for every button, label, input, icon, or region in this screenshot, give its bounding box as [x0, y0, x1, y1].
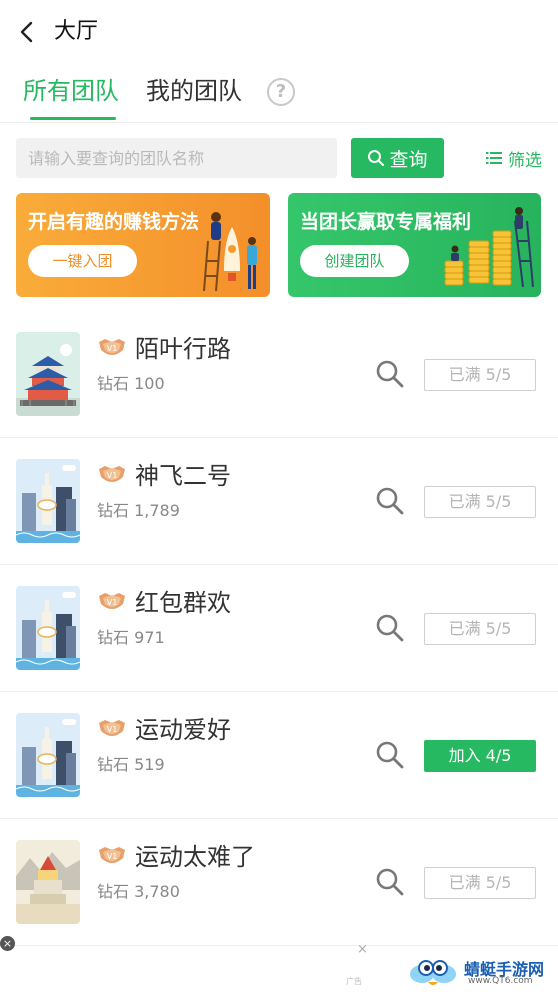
vip-badge-icon: V1	[97, 463, 127, 487]
team-name: 运动太难了	[135, 843, 255, 871]
team-row[interactable]: V1 神飞二号 钻石 1,789 已满 5/5	[0, 439, 558, 565]
coins-ladder-illustration	[444, 207, 534, 288]
magnifier-icon[interactable]	[374, 612, 406, 644]
team-row[interactable]: V1 运动太难了 钻石 3,780 已满 5/5	[0, 820, 558, 946]
magnifier-icon[interactable]	[374, 866, 406, 898]
banner-title: 开启有趣的赚钱方法	[28, 211, 200, 233]
tab-all-teams[interactable]: 所有团队	[23, 74, 119, 108]
list-icon	[486, 152, 502, 164]
team-thumbnail	[16, 586, 80, 670]
team-diamonds: 钻石 1,789	[97, 501, 180, 520]
team-thumbnail	[16, 459, 80, 543]
search-button[interactable]: 查询	[351, 138, 444, 178]
team-diamonds: 钻石 3,780	[97, 882, 180, 901]
magnifier-icon[interactable]	[374, 358, 406, 390]
filter-label: 筛选	[508, 150, 542, 171]
team-diamonds: 钻石 519	[97, 755, 165, 774]
team-row[interactable]: V1 陌叶行路 钻石 100 已满 5/5	[0, 312, 558, 438]
magnifier-icon[interactable]	[374, 739, 406, 771]
vip-badge-icon: V1	[97, 590, 127, 614]
one-click-join-button[interactable]: 一键入团	[28, 245, 137, 277]
full-status-button[interactable]: 已满 5/5	[424, 359, 536, 391]
team-name: 陌叶行路	[135, 335, 231, 363]
banner-create[interactable]: 当团长赢取专属福利 创建团队	[288, 193, 541, 297]
banner-join[interactable]: 开启有趣的赚钱方法 一键入团	[16, 193, 270, 297]
full-status-button[interactable]: 已满 5/5	[424, 486, 536, 518]
dragonfly-logo-icon	[410, 960, 456, 985]
svg-text:V1: V1	[107, 598, 118, 607]
tab-active-indicator	[30, 117, 116, 120]
team-diamonds: 钻石 100	[97, 374, 165, 393]
vip-badge-icon: V1	[97, 336, 127, 360]
team-name: 运动爱好	[135, 716, 231, 744]
tab-my-teams[interactable]: 我的团队	[146, 74, 242, 108]
search-input[interactable]	[16, 138, 337, 178]
join-button[interactable]: 加入 4/5	[424, 740, 536, 772]
full-status-button[interactable]: 已满 5/5	[424, 867, 536, 899]
search-button-label: 查询	[389, 148, 428, 171]
svg-text:V1: V1	[107, 344, 118, 353]
help-icon[interactable]: ?	[267, 78, 295, 106]
vip-badge-icon: V1	[97, 844, 127, 868]
team-diamonds: 钻石 971	[97, 628, 165, 647]
watermark-logo: 蜻蜓手游网 www.QT6.com	[408, 952, 558, 992]
magnifier-icon[interactable]	[374, 485, 406, 517]
people-rocket-illustration	[203, 212, 257, 291]
team-name: 神飞二号	[135, 462, 231, 490]
tab-bar: 所有团队 我的团队 ?	[0, 70, 558, 122]
vip-badge-icon: V1	[97, 717, 127, 741]
team-row[interactable]: V1 运动爱好 钻石 519 加入 4/5	[0, 693, 558, 819]
team-thumbnail	[16, 713, 80, 797]
page-title: 大厅	[54, 19, 99, 44]
team-thumbnail	[16, 840, 80, 924]
team-name: 红包群欢	[135, 589, 231, 617]
ad-dismiss-icon[interactable]: ×	[357, 942, 368, 957]
watermark-url: www.QT6.com	[468, 976, 533, 986]
chevron-left-icon[interactable]	[16, 20, 40, 44]
ad-label: 广告	[346, 977, 362, 986]
full-status-button[interactable]: 已满 5/5	[424, 613, 536, 645]
filter-button[interactable]: 筛选	[486, 146, 542, 171]
divider	[0, 122, 558, 123]
search-icon	[368, 150, 385, 166]
create-team-button[interactable]: 创建团队	[300, 245, 409, 277]
team-row[interactable]: V1 红包群欢 钻石 971 已满 5/5	[0, 566, 558, 692]
ad-close-icon[interactable]: ×	[0, 936, 15, 951]
team-thumbnail	[16, 332, 80, 416]
svg-text:V1: V1	[107, 725, 118, 734]
svg-text:V1: V1	[107, 471, 118, 480]
top-bar: 大厅	[0, 0, 558, 64]
svg-text:V1: V1	[107, 852, 118, 861]
